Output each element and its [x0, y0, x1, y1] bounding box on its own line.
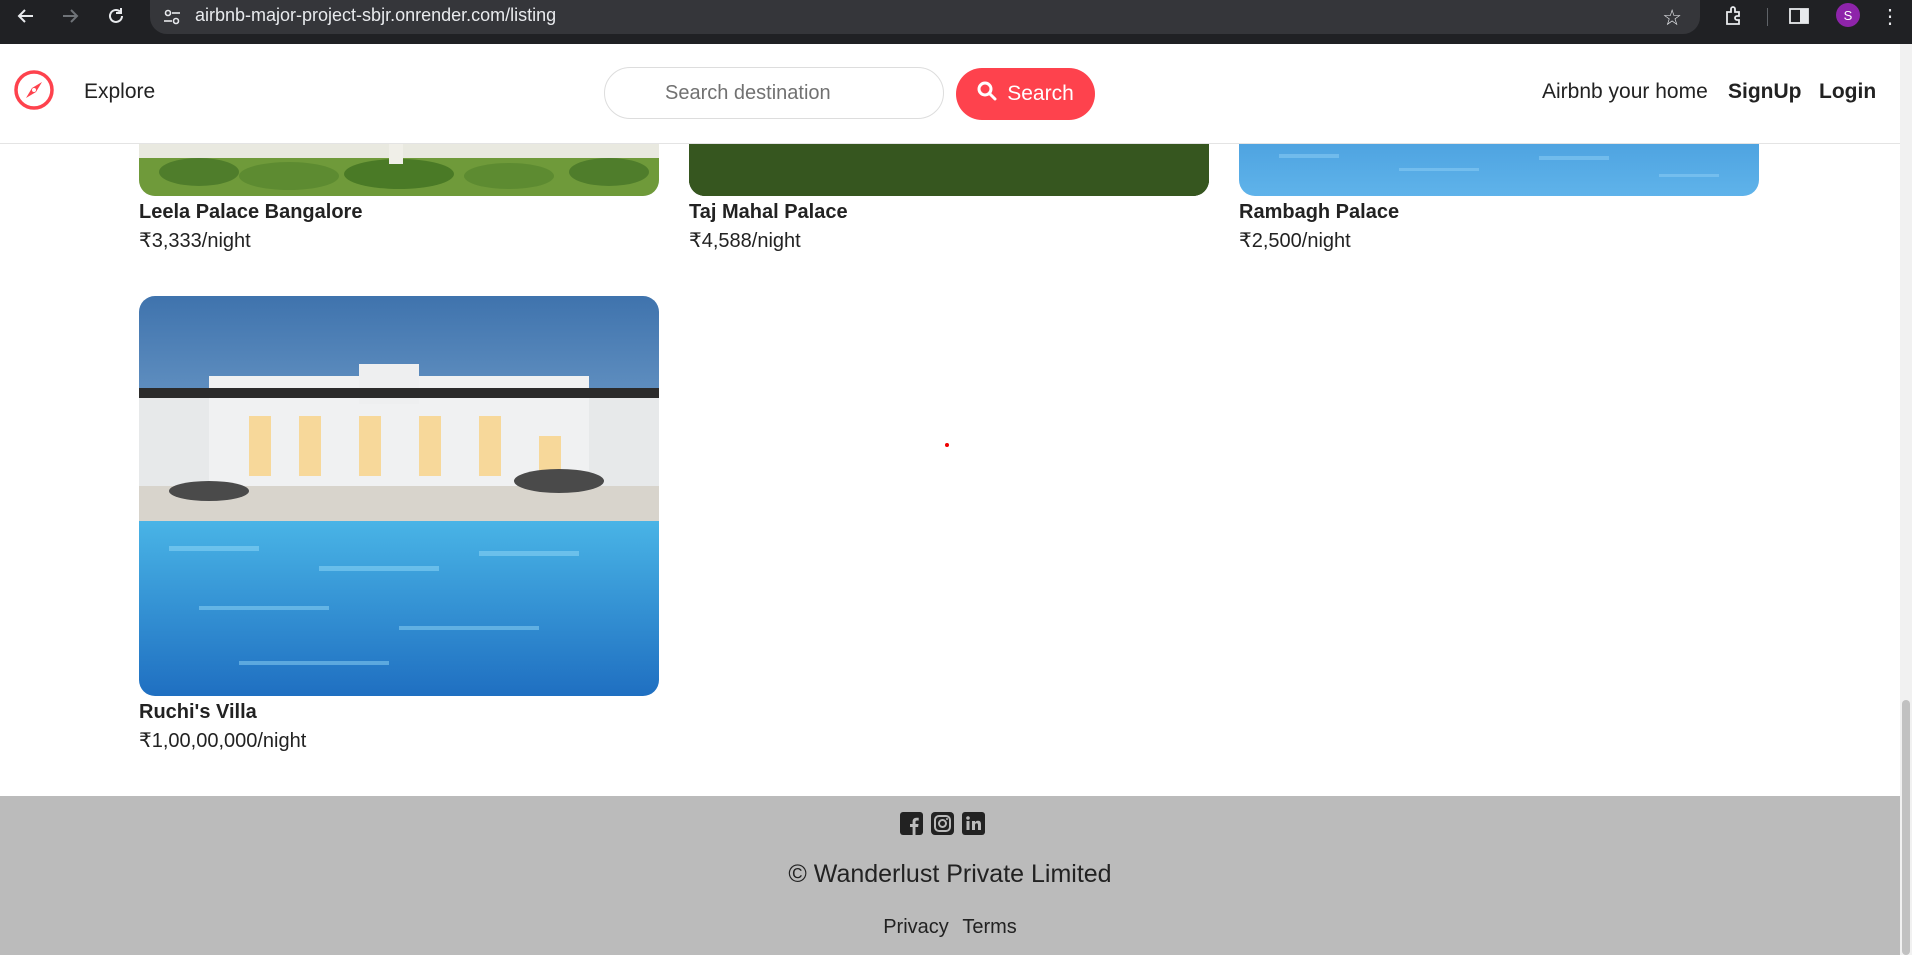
listing-image[interactable]	[139, 296, 659, 696]
listing-title[interactable]: Taj Mahal Palace	[689, 201, 1209, 224]
url-text[interactable]: airbnb-major-project-sbjr.onrender.com/l…	[195, 5, 556, 26]
browser-toolbar: airbnb-major-project-sbjr.onrender.com/l…	[0, 0, 1912, 44]
forward-arrow-icon[interactable]	[56, 2, 84, 30]
listing-title[interactable]: Rambagh Palace	[1239, 201, 1759, 224]
signup-link[interactable]: SignUp	[1728, 80, 1802, 104]
instagram-icon[interactable]	[931, 812, 954, 835]
navbar: Explore Search Airbnb your home SignUp L…	[0, 44, 1900, 144]
copyright-text: © Wanderlust Private Limited	[788, 860, 1112, 888]
listing-price: ₹1,00,00,000/night	[139, 730, 307, 752]
back-arrow-icon[interactable]	[12, 2, 40, 30]
host-link[interactable]: Airbnb your home	[1542, 80, 1708, 104]
listing-price: ₹2,500/night	[1239, 230, 1351, 252]
social-icons	[900, 812, 985, 835]
listing-title[interactable]: Ruchi's Villa	[139, 701, 659, 724]
privacy-link[interactable]: Privacy	[883, 916, 949, 938]
browser-menu-icon[interactable]: ⋮	[1880, 4, 1900, 29]
search-button[interactable]: Search	[956, 68, 1095, 120]
listing-price: ₹3,333/night	[139, 230, 251, 252]
login-link[interactable]: Login	[1819, 80, 1876, 104]
extensions-icon[interactable]	[1722, 4, 1746, 33]
facebook-icon[interactable]	[900, 812, 923, 835]
cursor-dot	[945, 443, 949, 447]
page-viewport: Leela Palace Bangalore ₹3,333/night Taj …	[0, 44, 1900, 955]
profile-avatar[interactable]: S	[1836, 3, 1860, 27]
linkedin-icon[interactable]	[962, 812, 985, 835]
listing-card[interactable]: Ruchi's Villa ₹1,00,00,000/night	[139, 296, 659, 753]
search-input[interactable]	[604, 67, 944, 119]
listing-price: ₹4,588/night	[689, 230, 801, 252]
search-icon	[977, 81, 997, 107]
listing-title[interactable]: Leela Palace Bangalore	[139, 201, 659, 224]
scrollbar-thumb[interactable]	[1902, 700, 1910, 955]
address-bar[interactable]: airbnb-major-project-sbjr.onrender.com/l…	[150, 0, 1700, 34]
search-button-label: Search	[1007, 82, 1074, 105]
terms-link[interactable]: Terms	[962, 916, 1016, 938]
reload-icon[interactable]	[102, 2, 130, 30]
footer-links: Privacy Terms	[0, 916, 1900, 939]
side-panel-icon[interactable]	[1787, 4, 1811, 33]
toolbar-divider	[1767, 8, 1768, 26]
bookmark-star-icon[interactable]: ☆	[1662, 5, 1682, 31]
footer: © Wanderlust Private Limited Privacy Ter…	[0, 796, 1900, 955]
explore-link[interactable]: Explore	[84, 80, 155, 104]
compass-logo-icon[interactable]	[13, 69, 55, 111]
site-settings-icon[interactable]	[162, 7, 182, 32]
